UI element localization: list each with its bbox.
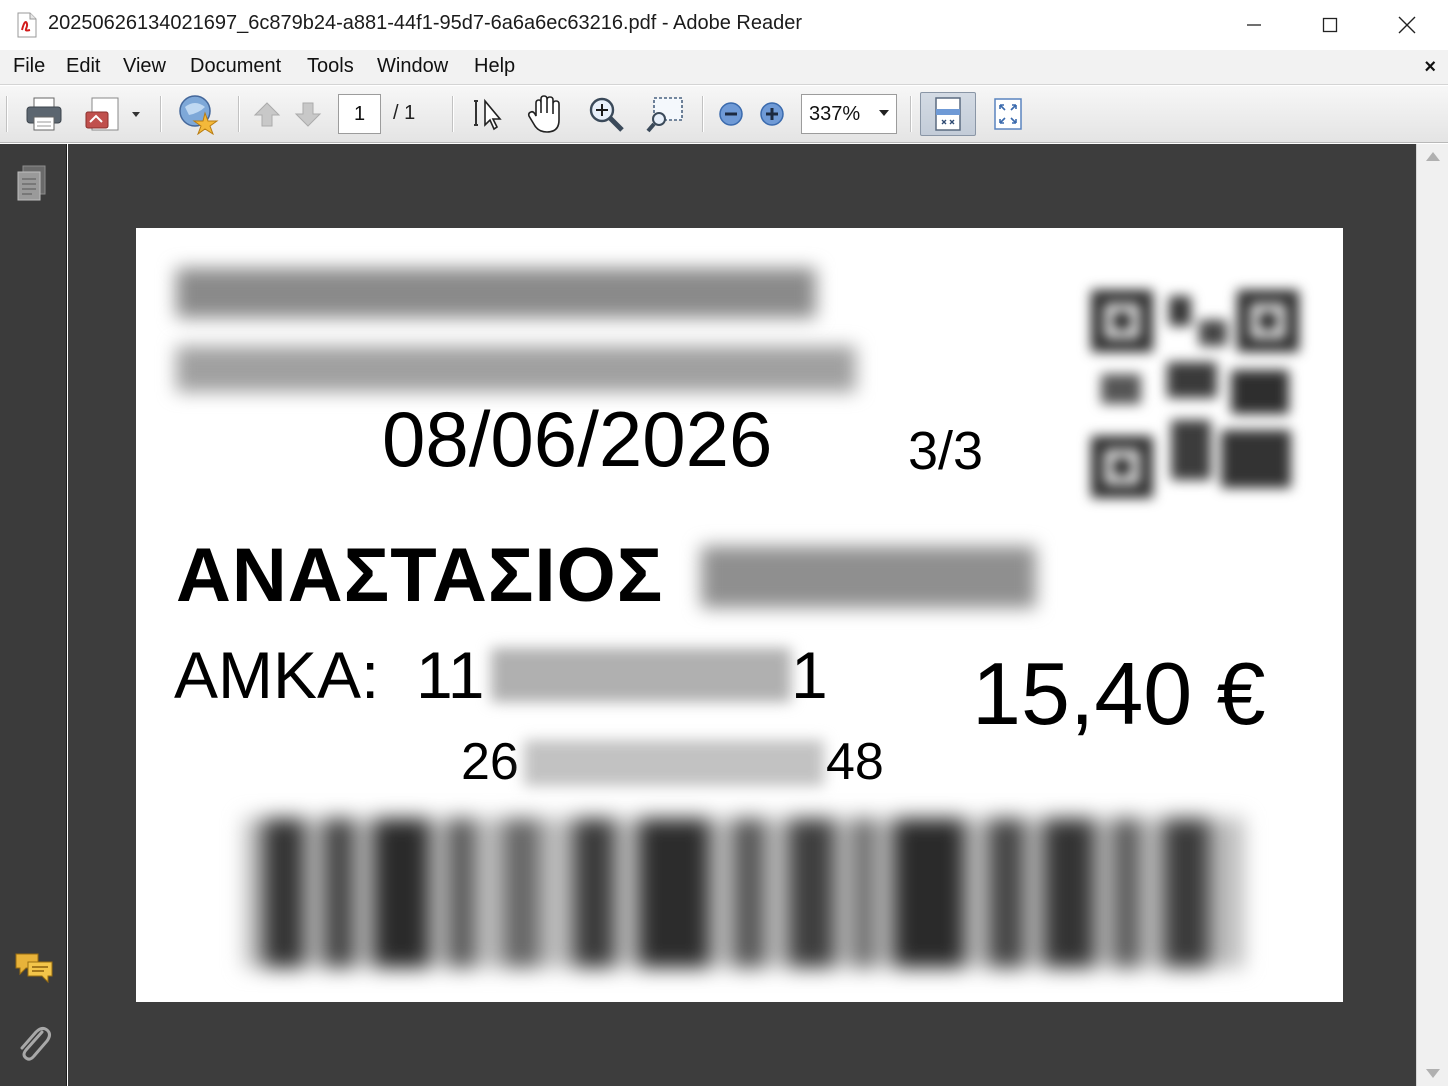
navigation-pane — [0, 144, 67, 1086]
document-page-count: 3/3 — [908, 421, 984, 481]
menu-tools[interactable]: Tools — [307, 55, 354, 78]
redacted-barcode-digits — [524, 740, 824, 786]
menu-view[interactable]: View — [123, 55, 166, 78]
maximize-button[interactable] — [1292, 0, 1368, 50]
redacted-surname — [701, 546, 1036, 608]
snapshot-button[interactable] — [640, 92, 690, 136]
next-page-button[interactable] — [291, 92, 325, 136]
fit-page-icon — [935, 97, 961, 131]
redacted-amka-digits — [491, 648, 791, 702]
amka-number-end: 1 — [791, 638, 828, 712]
menu-window[interactable]: Window — [377, 55, 448, 78]
zoom-out-button[interactable] — [714, 92, 748, 136]
previous-page-icon — [253, 102, 281, 127]
full-screen-icon — [994, 98, 1022, 130]
menu-file[interactable]: File — [13, 55, 45, 78]
toolbar-separator — [452, 96, 454, 132]
full-screen-button[interactable] — [986, 92, 1030, 136]
barcode-number-end: 48 — [826, 733, 884, 791]
marquee-zoom-button[interactable] — [582, 92, 630, 136]
scroll-down-icon[interactable] — [1426, 1069, 1440, 1078]
fit-page-button[interactable] — [920, 92, 976, 136]
page-total-label: / 1 — [393, 102, 416, 124]
minimize-button[interactable] — [1216, 0, 1292, 50]
menu-bar: File Edit View Document Tools Window Hel… — [0, 50, 1448, 85]
amka-label: ΑΜΚΑ: — [174, 638, 380, 712]
qr-code — [1091, 290, 1299, 500]
snapshot-icon — [646, 97, 683, 133]
comments-icon[interactable] — [14, 950, 54, 991]
document-date: 08/06/2026 — [382, 395, 773, 483]
pages-icon[interactable] — [14, 164, 50, 209]
toolbar-separator — [238, 96, 240, 132]
toolbar-separator — [160, 96, 162, 132]
attachments-icon[interactable] — [14, 1022, 52, 1069]
select-tool-icon — [474, 98, 502, 131]
pdf-page: 08/06/2026 3/3 ΑΝΑΣΤΑΣΙΟΣ ΑΜΚΑ: 11 1 15,… — [136, 228, 1343, 1002]
title-bar: 20250626134021697_6c879b24-a881-44f1-95d… — [0, 0, 1448, 50]
window-title: 20250626134021697_6c879b24-a881-44f1-95d… — [48, 12, 802, 34]
minimize-icon — [1247, 24, 1261, 26]
page-number-input[interactable] — [338, 94, 381, 134]
redacted-header-line-1 — [176, 268, 816, 318]
close-button[interactable] — [1369, 0, 1445, 50]
toolbar-separator — [910, 96, 912, 132]
marquee-zoom-icon — [589, 97, 624, 132]
hand-tool-button[interactable] — [522, 92, 568, 136]
toolbar — [0, 86, 1448, 143]
redacted-header-line-2 — [176, 346, 856, 392]
zoom-out-icon — [719, 102, 743, 126]
hand-tool-icon — [527, 95, 560, 133]
zoom-in-icon — [760, 102, 784, 126]
zoom-in-button[interactable] — [755, 92, 789, 136]
menu-help[interactable]: Help — [474, 55, 515, 78]
scroll-up-icon[interactable] — [1426, 152, 1440, 161]
zoom-level-value: 337% — [809, 103, 861, 125]
close-document-button[interactable]: × — [1424, 56, 1436, 79]
toolbar-separator — [6, 96, 8, 132]
edit-share-icon — [85, 97, 140, 131]
pdf-file-icon — [16, 12, 38, 38]
toolbar-separator — [702, 96, 704, 132]
edit-share-button[interactable] — [84, 92, 144, 136]
close-icon — [1398, 16, 1416, 34]
previous-page-button[interactable] — [250, 92, 284, 136]
select-tool-button[interactable] — [468, 92, 508, 136]
maximize-icon — [1322, 17, 1338, 33]
collaborate-button[interactable] — [176, 92, 222, 136]
barcode-number-start: 26 — [461, 733, 519, 791]
prescription-amount: 15,40 € — [972, 644, 1266, 743]
menu-edit[interactable]: Edit — [66, 55, 100, 78]
barcode — [244, 818, 1244, 968]
patient-first-name: ΑΝΑΣΤΑΣΙΟΣ — [176, 533, 664, 618]
amka-number-start: 11 — [416, 638, 485, 712]
collaborate-icon — [179, 95, 219, 135]
print-button[interactable] — [22, 92, 66, 136]
next-page-icon — [294, 102, 322, 127]
zoom-dropdown-arrow-icon[interactable] — [879, 110, 889, 116]
print-icon — [26, 97, 62, 131]
menu-document[interactable]: Document — [190, 55, 281, 78]
vertical-scrollbar[interactable] — [1416, 144, 1448, 1086]
